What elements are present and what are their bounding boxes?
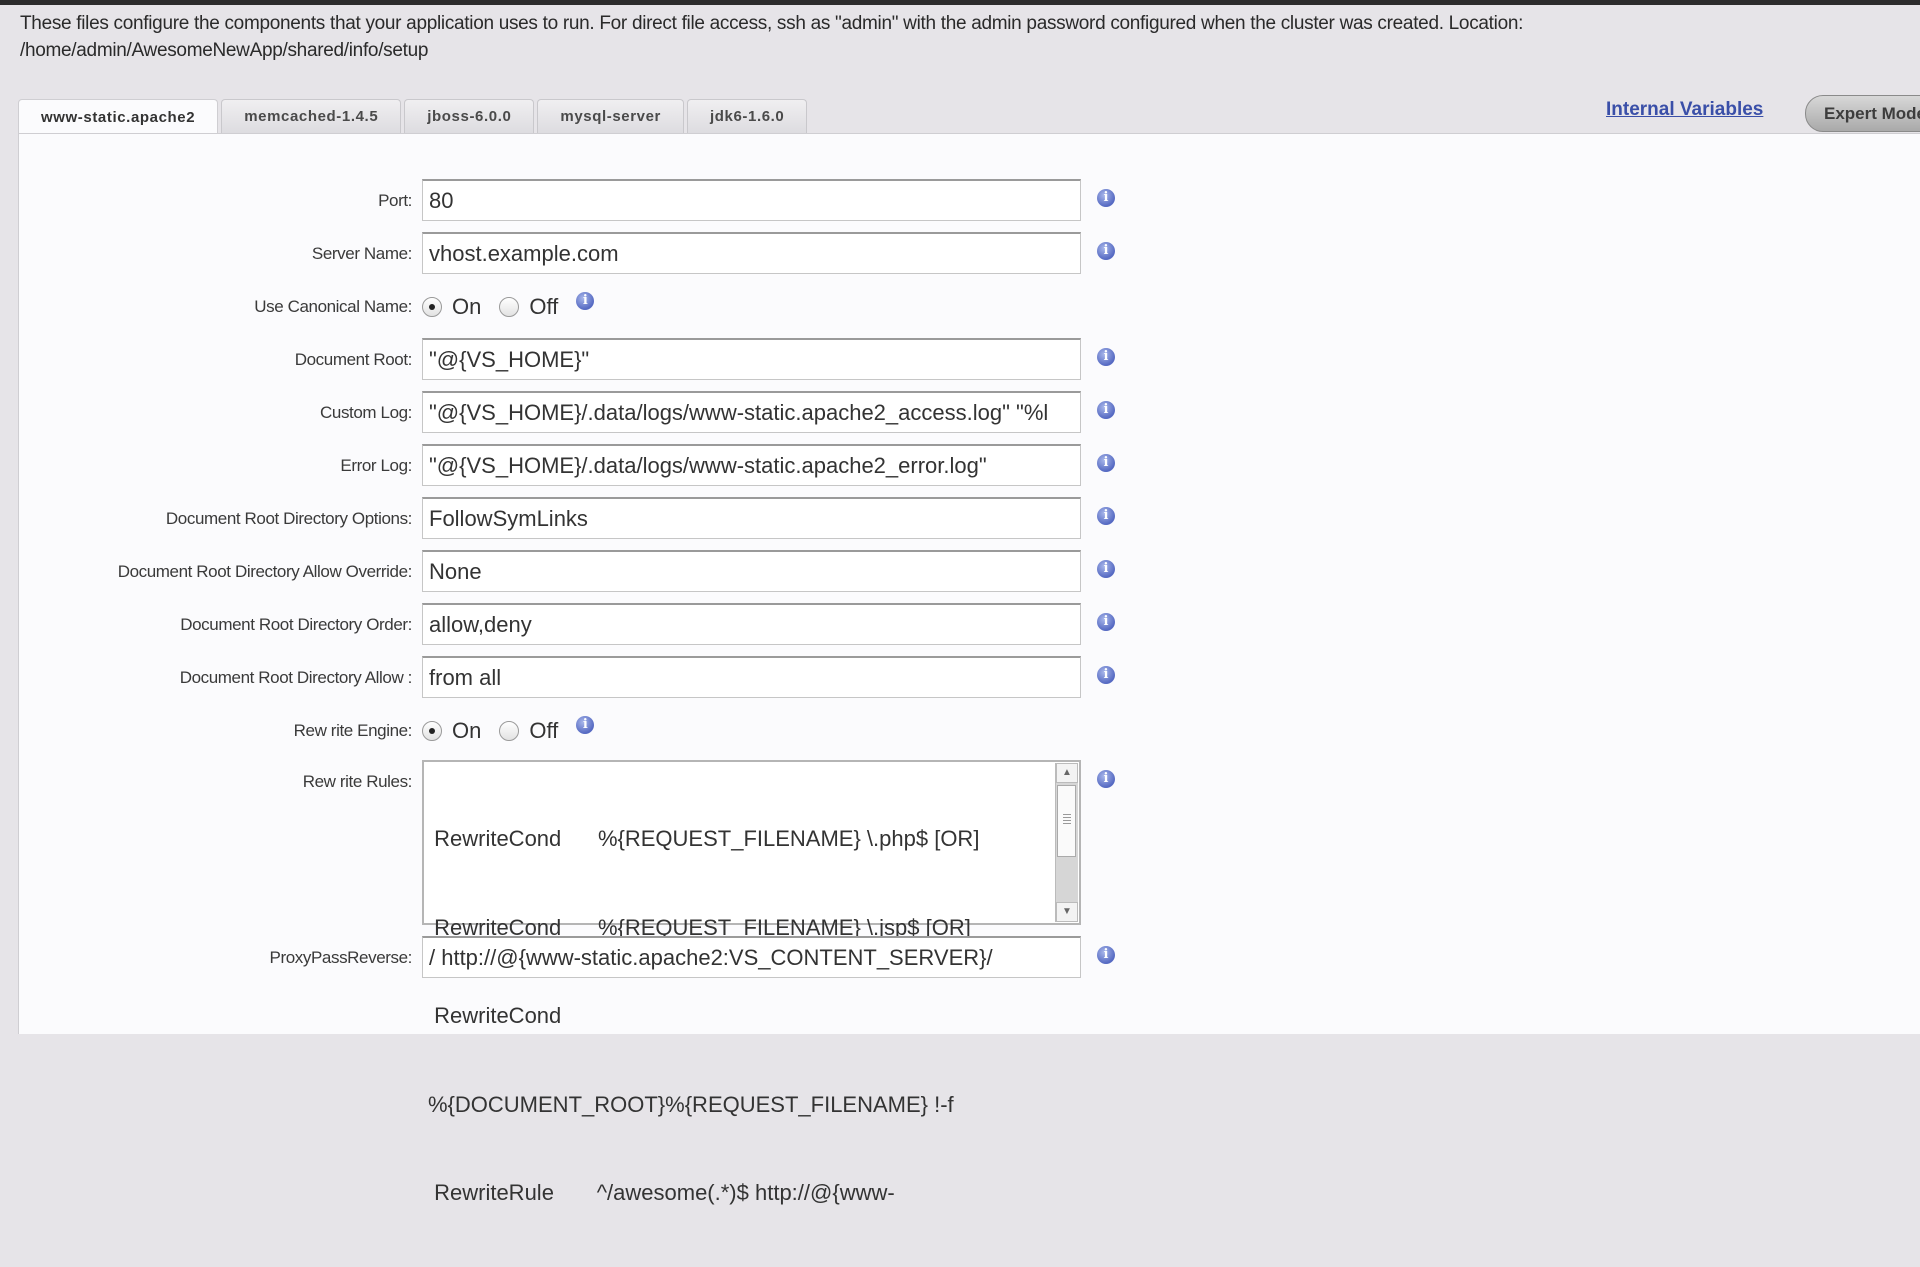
doc-root-dir-order-label: Document Root Directory Order: [180,615,412,634]
on-label: On [452,718,482,743]
row-server-name: Server Name: i [19,232,1419,276]
tab-memcached[interactable]: memcached-1.4.5 [221,99,402,133]
info-icon[interactable]: i [576,292,595,310]
config-panel: Port: i Server Name: i Use Canonical Nam… [18,133,1920,1205]
info-icon[interactable]: i [1097,242,1115,260]
scrollbar-thumb[interactable] [1057,785,1076,857]
rewrite-rule-line: RewriteCond [428,1003,562,1028]
grip-icon [1063,814,1071,826]
scroll-up-arrow-icon[interactable]: ▲ [1056,763,1078,783]
doc-root-dir-allow-input[interactable] [422,656,1081,698]
doc-root-dir-order-input[interactable] [422,603,1081,645]
row-doc-root-dir-options: Document Root Directory Options: i [19,497,1419,541]
rewrite-rules-label: Rew rite Rules: [302,772,413,791]
info-icon[interactable]: i [1097,348,1115,366]
document-root-input[interactable] [422,338,1081,380]
expert-mode-button[interactable]: Expert Mode [1805,95,1920,132]
scroll-down-arrow-icon[interactable]: ▼ [1056,902,1078,922]
row-doc-root-dir-allow-override: Document Root Directory Allow Override: … [19,550,1419,594]
row-custom-log: Custom Log: i [19,391,1419,435]
proxy-pass-reverse-label: ProxyPassReverse: [269,948,413,967]
tab-jboss[interactable]: jboss-6.0.0 [404,99,535,133]
info-icon[interactable]: i [1097,507,1115,525]
info-icon[interactable]: i [1097,770,1115,788]
info-icon[interactable]: i [1097,560,1115,578]
row-use-canonical-name: Use Canonical Name: On Off i [19,285,1419,329]
on-label: On [452,294,482,319]
rewrite-engine-on-radio[interactable] [422,721,442,741]
rewrite-rules-textarea[interactable]: RewriteCond %{REQUEST_FILENAME} \.php$ [… [422,760,1081,1205]
row-doc-root-dir-allow: Document Root Directory Allow : i [19,656,1419,700]
row-document-root: Document Root: i [19,338,1419,382]
info-icon[interactable]: i [1097,454,1115,472]
info-icon[interactable]: i [1097,666,1115,684]
info-icon[interactable]: i [576,716,595,734]
info-icon[interactable]: i [1097,189,1115,207]
row-rewrite-rules: Rew rite Rules: RewriteCond %{REQUEST_FI… [19,760,1419,1205]
custom-log-input[interactable] [422,391,1081,433]
top-bar [0,0,1920,5]
rewrite-rules-content: RewriteCond %{REQUEST_FILENAME} \.php$ [… [428,765,1051,1267]
port-input[interactable] [422,179,1081,221]
doc-root-dir-allow-label: Document Root Directory Allow : [179,668,413,687]
doc-root-dir-options-label: Document Root Directory Options: [165,509,412,528]
use-canonical-name-off-radio[interactable] [499,297,520,317]
row-doc-root-dir-order: Document Root Directory Order: i [19,603,1419,647]
port-label: Port: [378,191,412,210]
tab-mysql-server[interactable]: mysql-server [537,99,684,133]
description-line-1: These files configure the components tha… [20,13,1524,34]
tab-www-static-apache2[interactable]: www-static.apache2 [18,99,219,135]
tab-jdk6[interactable]: jdk6-1.6.0 [687,99,808,133]
server-name-input[interactable] [422,232,1081,274]
document-root-label: Document Root: [294,350,413,369]
server-name-label: Server Name: [311,244,412,263]
use-canonical-name-label: Use Canonical Name: [254,297,412,316]
proxy-pass-reverse-input[interactable] [422,936,1081,978]
use-canonical-name-radio-group: On Off i [422,285,595,329]
info-icon[interactable]: i [1097,613,1115,631]
rewrite-engine-off-radio[interactable] [499,721,520,741]
rewrite-engine-label: Rew rite Engine: [293,721,413,740]
off-label: Off [529,718,559,743]
rewrite-rule-line: RewriteRule ^/awesome(.*)$ http://@{www- [428,1180,895,1205]
use-canonical-name-on-radio[interactable] [422,297,442,317]
rewrite-engine-radio-group: On Off i [422,709,595,753]
row-rewrite-engine: Rew rite Engine: On Off i [19,709,1419,753]
description-location-path: /home/admin/AwesomeNewApp/shared/info/se… [20,40,429,61]
error-log-label: Error Log: [340,456,412,475]
rewrite-rules-scrollbar[interactable]: ▲ ▼ [1055,763,1078,922]
doc-root-dir-options-input[interactable] [422,497,1081,539]
doc-root-dir-allow-override-label: Document Root Directory Allow Override: [117,562,413,581]
custom-log-label: Custom Log: [320,403,412,422]
doc-root-dir-allow-override-input[interactable] [422,550,1081,592]
row-port: Port: i [19,179,1419,223]
internal-variables-link[interactable]: Internal Variables [1606,99,1763,121]
component-tabs: www-static.apache2 memcached-1.4.5 jboss… [18,99,810,135]
row-error-log: Error Log: i [19,444,1419,488]
description: These files configure the components tha… [20,10,1880,64]
info-icon[interactable]: i [1097,946,1115,964]
row-proxy-pass-reverse: ProxyPassReverse: i [19,936,1419,980]
off-label: Off [529,294,559,319]
info-icon[interactable]: i [1097,401,1115,419]
rewrite-rule-line: RewriteCond %{REQUEST_FILENAME} \.php$ [… [428,826,980,851]
error-log-input[interactable] [422,444,1081,486]
rewrite-rule-line: %{DOCUMENT_ROOT}%{REQUEST_FILENAME} !-f [428,1091,954,1117]
